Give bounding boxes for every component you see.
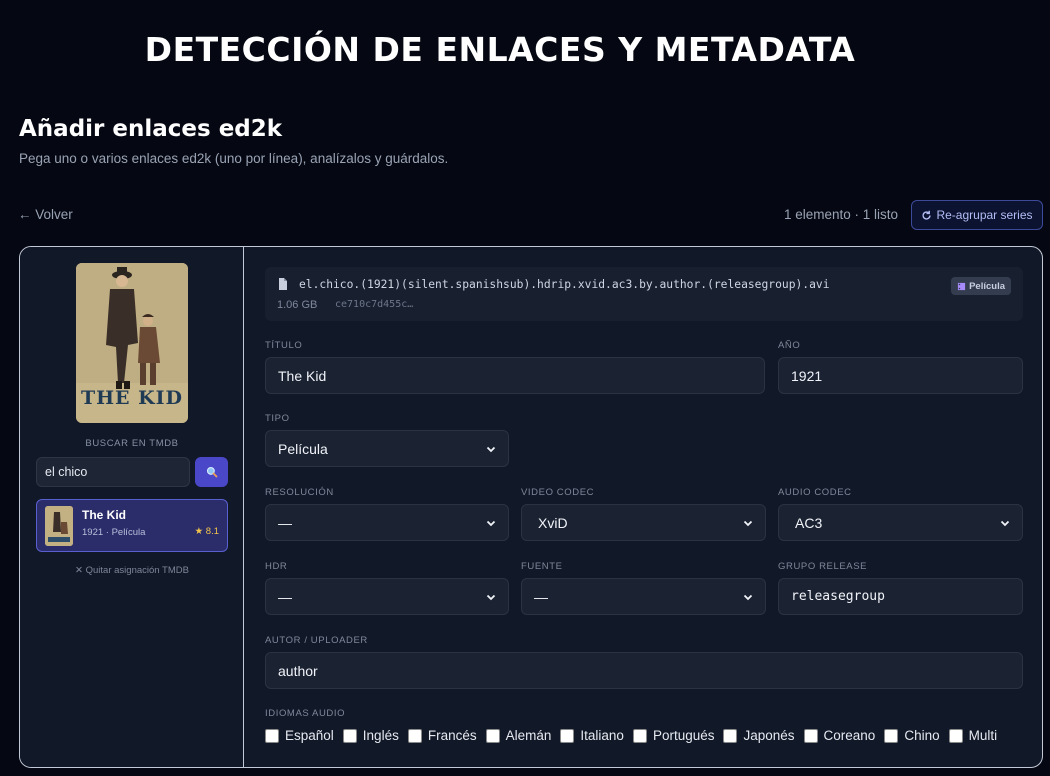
checkbox[interactable] <box>803 728 818 743</box>
tmdb-result-item[interactable]: The Kid 1921 · Película ★ 8.1 <box>36 499 228 552</box>
lang-ingles[interactable]: Inglés <box>342 728 399 743</box>
titulo-input[interactable]: The Kid <box>265 357 765 394</box>
lang-portugues[interactable]: Portugués <box>632 728 714 743</box>
search-icon <box>206 466 217 478</box>
video-codec-value: XviD <box>538 514 568 531</box>
result-rating: ★ 8.1 <box>194 526 219 537</box>
audio-codec-select[interactable]: AC3 <box>778 504 1023 541</box>
checkbox[interactable] <box>723 728 738 743</box>
lang-multi[interactable]: Multi <box>948 728 997 743</box>
checkbox[interactable] <box>948 728 963 743</box>
type-badge: Película <box>951 277 1011 295</box>
lang-espanol[interactable]: Español <box>265 728 334 743</box>
chevron-down-icon <box>743 594 753 600</box>
autor-label: AUTOR / UPLOADER <box>265 635 368 646</box>
chevron-down-icon <box>743 520 753 526</box>
lang-aleman[interactable]: Alemán <box>485 728 551 743</box>
checkbox[interactable] <box>632 728 647 743</box>
lang-chino[interactable]: Chino <box>884 728 940 743</box>
lang-italiano[interactable]: Italiano <box>560 728 624 743</box>
checkbox[interactable] <box>265 728 279 743</box>
tipo-label: TIPO <box>265 413 290 424</box>
chevron-down-icon <box>486 446 496 452</box>
file-name: el.chico.(1921)(silent.spanishsub).hdrip… <box>299 278 830 291</box>
grupo-release-input[interactable]: releasegroup <box>778 578 1023 615</box>
chevron-down-icon <box>1000 520 1010 526</box>
resolucion-label: RESOLUCIÓN <box>265 487 334 498</box>
checkbox[interactable] <box>884 728 899 743</box>
page-title: Añadir enlaces ed2k <box>19 116 283 142</box>
fuente-label: FUENTE <box>521 561 563 572</box>
tmdb-search-button[interactable] <box>195 457 228 487</box>
audio-codec-value: AC3 <box>795 514 823 531</box>
titulo-label: TÍTULO <box>265 340 303 351</box>
tmdb-search-input[interactable] <box>36 457 190 487</box>
checkbox[interactable] <box>407 728 422 743</box>
banner-heading: DETECCIÓN DE ENLACES Y METADATA <box>144 30 856 69</box>
lang-frances[interactable]: Francés <box>407 728 477 743</box>
tmdb-search-label: BUSCAR EN TMDB <box>85 438 179 449</box>
metadata-form: el.chico.(1921)(silent.spanishsub).hdrip… <box>245 247 1042 767</box>
film-icon <box>957 282 966 290</box>
page-subtitle: Pega uno o varios enlaces ed2k (uno por … <box>19 151 449 166</box>
chevron-down-icon <box>486 520 496 526</box>
type-badge-label: Película <box>969 280 1005 292</box>
hdr-label: HDR <box>265 561 288 572</box>
video-codec-select[interactable]: XviD <box>521 504 766 541</box>
hdr-select[interactable]: — <box>265 578 509 615</box>
item-card: THE KID BUSCAR EN TMDB The Kid 1921 · Pe… <box>19 246 1043 768</box>
lang-japones[interactable]: Japonés <box>723 728 795 743</box>
checkbox[interactable] <box>560 728 575 743</box>
hdr-value: — <box>278 588 292 605</box>
tipo-select[interactable]: Película <box>265 430 509 467</box>
file-hash: ce710c7d455c… <box>335 299 414 310</box>
result-meta: 1921 · Película <box>82 527 146 538</box>
refresh-icon <box>922 210 932 220</box>
movie-poster: THE KID <box>76 263 188 423</box>
grupo-release-label: GRUPO RELEASE <box>778 561 868 572</box>
file-icon <box>279 278 287 290</box>
checkbox[interactable] <box>485 728 500 743</box>
fuente-value: — <box>534 588 548 605</box>
audio-languages: Español Inglés Francés Alemán Italiano P… <box>265 728 997 743</box>
resolucion-select[interactable]: — <box>265 504 509 541</box>
file-info: el.chico.(1921)(silent.spanishsub).hdrip… <box>265 267 1023 321</box>
video-codec-label: VIDEO CODEC <box>521 487 595 498</box>
tipo-value: Película <box>278 440 328 457</box>
poster-title: THE KID <box>80 387 184 409</box>
items-count: 1 elemento · 1 listo <box>783 207 898 222</box>
regroup-series-button[interactable]: Re-agrupar series <box>911 200 1043 230</box>
regroup-series-label: Re-agrupar series <box>936 208 1033 222</box>
autor-input[interactable]: author <box>265 652 1023 689</box>
result-title: The Kid <box>82 508 126 522</box>
tmdb-sidebar: THE KID BUSCAR EN TMDB The Kid 1921 · Pe… <box>20 247 244 767</box>
anio-input[interactable]: 1921 <box>778 357 1023 394</box>
lang-coreano[interactable]: Coreano <box>803 728 875 743</box>
file-size: 1.06 GB <box>277 299 318 311</box>
back-link[interactable]: ← Volver <box>18 207 73 222</box>
audio-codec-label: AUDIO CODEC <box>778 487 852 498</box>
checkbox[interactable] <box>342 728 357 743</box>
result-thumbnail <box>45 506 73 546</box>
anio-label: AÑO <box>778 340 801 351</box>
resolucion-value: — <box>278 514 292 531</box>
chevron-down-icon <box>486 594 496 600</box>
idiomas-label: IDIOMAS AUDIO <box>265 708 346 719</box>
fuente-select[interactable]: — <box>521 578 766 615</box>
unassign-tmdb-link[interactable]: ✕ Quitar asignación TMDB <box>20 565 244 576</box>
